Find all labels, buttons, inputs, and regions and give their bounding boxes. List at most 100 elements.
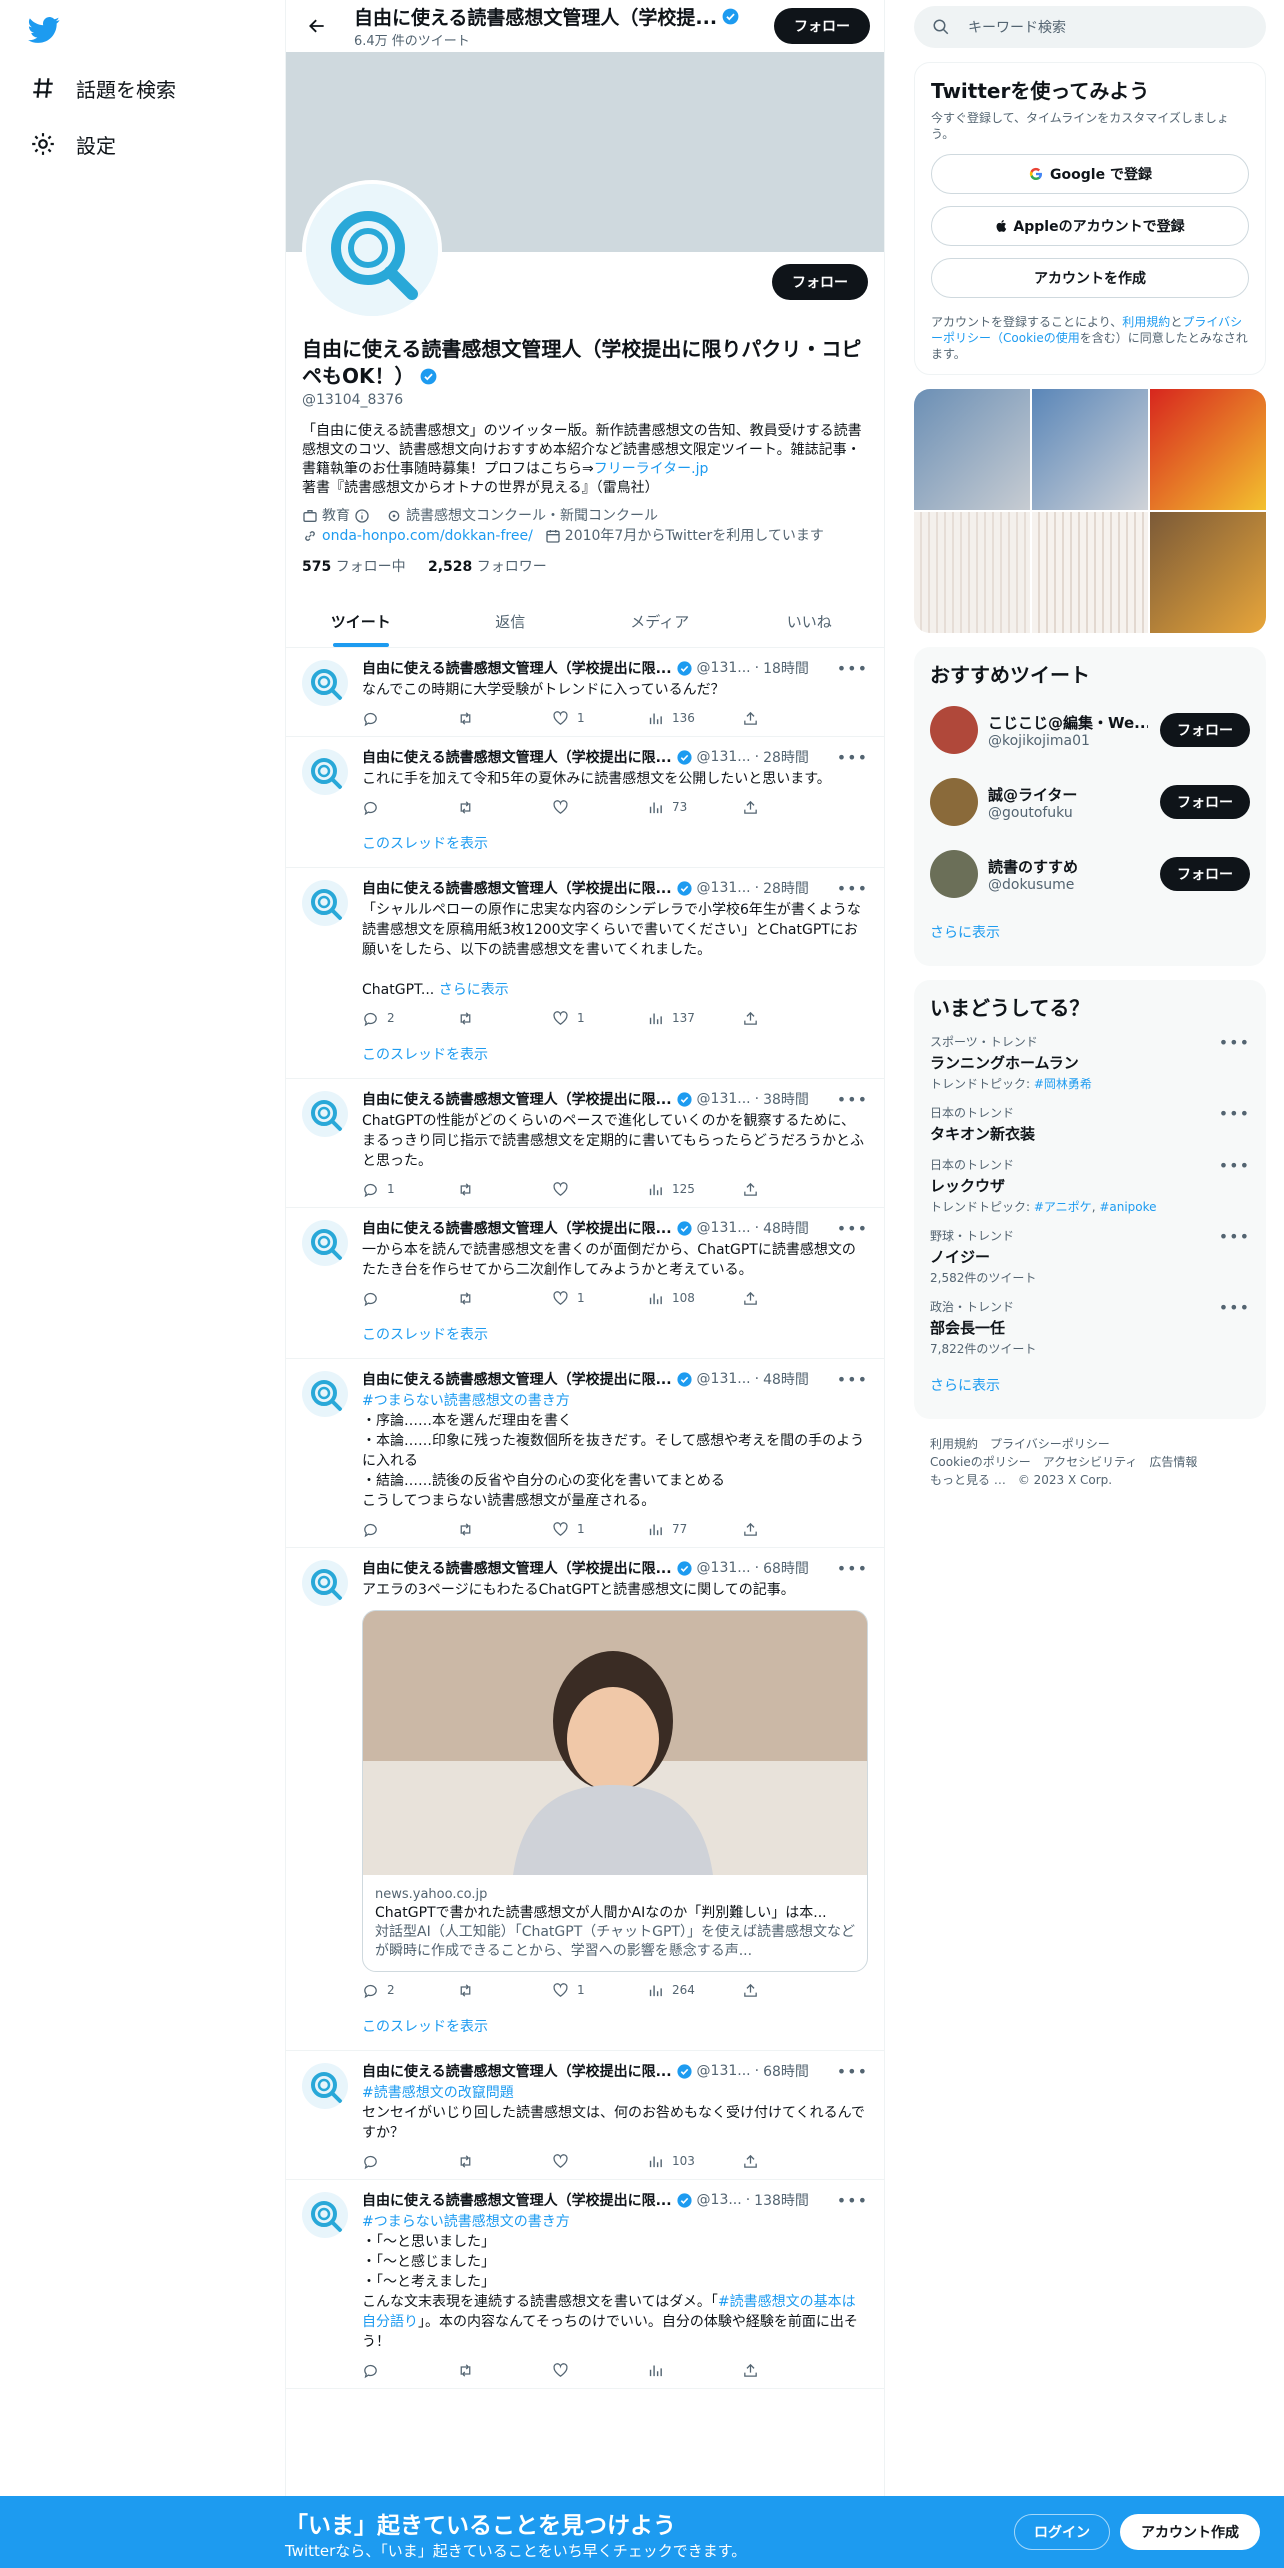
profile-follow-button[interactable]: フォロー — [772, 264, 868, 300]
trend-item[interactable]: スポーツ・トレンド ランニングホームラン トレンドトピック: #岡林勇希 ••• — [930, 1027, 1250, 1098]
more-icon[interactable]: ••• — [1219, 1033, 1250, 1052]
tweet[interactable]: 自由に使える読書感想文管理人（学校提出に限... @131... · 28時間 ••• こ… — [286, 737, 884, 868]
show-thread-link[interactable]: このスレッドを表示 — [362, 2008, 868, 2050]
signup-button[interactable]: アカウント作成 — [1120, 2514, 1260, 2550]
more-icon[interactable]: ••• — [837, 1219, 868, 1238]
tweet-author[interactable]: 自由に使える読書感想文管理人（学校提出に限... — [362, 1089, 672, 1109]
create-account-button[interactable]: アカウントを作成 — [931, 258, 1249, 298]
tweet-time[interactable]: 138時間 — [754, 2190, 809, 2210]
tweet-time[interactable]: 68時間 — [763, 1558, 809, 1578]
footer-ads[interactable]: 広告情報 — [1149, 1455, 1197, 1469]
tweet-time[interactable]: 18時間 — [763, 658, 809, 678]
tweet[interactable]: 自由に使える読書感想文管理人（学校提出に限... @131... · 48時間 ••• 一… — [286, 1208, 884, 1359]
retweet-button[interactable] — [457, 1521, 552, 1538]
retweet-button[interactable] — [457, 799, 552, 816]
share-button[interactable] — [742, 2362, 837, 2379]
tweet[interactable]: 自由に使える読書感想文管理人（学校提出に限... @131... · 68時間 ••• #… — [286, 2051, 884, 2180]
reply-button[interactable] — [362, 799, 457, 816]
link-card[interactable]: news.yahoo.co.jp ChatGPTで書かれた読書感想文が人間かAIな… — [362, 1610, 868, 1972]
footer-terms[interactable]: 利用規約 — [930, 1437, 978, 1451]
reply-button[interactable]: 1 — [362, 1181, 457, 1198]
more-icon[interactable]: ••• — [1219, 1298, 1250, 1317]
tab-tweets[interactable]: ツイート — [286, 596, 436, 647]
tweet-avatar[interactable] — [302, 1091, 348, 1137]
retweet-button[interactable] — [457, 1181, 552, 1198]
views-button[interactable]: 137 — [647, 1010, 742, 1027]
media-thumb[interactable] — [914, 389, 1030, 510]
tweet-time[interactable]: 68時間 — [763, 2061, 809, 2081]
tweet-time[interactable]: 28時間 — [763, 747, 809, 767]
more-icon[interactable]: ••• — [837, 1090, 868, 1109]
twitter-logo-icon[interactable] — [28, 14, 60, 46]
more-icon[interactable]: ••• — [1219, 1104, 1250, 1123]
more-icon[interactable]: ••• — [837, 748, 868, 767]
terms-link[interactable]: 利用規約 — [1122, 315, 1170, 329]
tweet-time[interactable]: 48時間 — [763, 1369, 809, 1389]
show-more-link[interactable]: さらに表示 — [439, 982, 509, 998]
profile-avatar[interactable] — [302, 180, 442, 320]
reply-button[interactable] — [362, 2362, 457, 2379]
share-button[interactable] — [742, 1521, 837, 1538]
footer-cookie[interactable]: Cookieのポリシー — [930, 1455, 1031, 1469]
footer-privacy[interactable]: プライバシーポリシー — [990, 1437, 1110, 1451]
retweet-button[interactable] — [457, 1982, 552, 1999]
tweet[interactable]: 自由に使える読書感想文管理人（学校提出に限... @131... · 18時間 ••• な… — [286, 648, 884, 737]
trend-item[interactable]: 野球・トレンド ノイジー 2,582件のツイート ••• — [930, 1221, 1250, 1292]
views-button[interactable]: 125 — [647, 1181, 742, 1198]
like-button[interactable]: 1 — [552, 1521, 647, 1538]
reply-button[interactable] — [362, 710, 457, 727]
tweet-avatar[interactable] — [302, 749, 348, 795]
tweet-avatar[interactable] — [302, 880, 348, 926]
trend-item[interactable]: 日本のトレンド タキオン新衣装 ••• — [930, 1098, 1250, 1150]
views-button[interactable]: 77 — [647, 1521, 742, 1538]
tweet-avatar[interactable] — [302, 1371, 348, 1417]
like-button[interactable]: 1 — [552, 1982, 647, 1999]
like-button[interactable] — [552, 2362, 647, 2379]
reply-button[interactable] — [362, 1290, 457, 1307]
share-button[interactable] — [742, 1181, 837, 1198]
retweet-button[interactable] — [457, 2362, 552, 2379]
footer-accessibility[interactable]: アクセシビリティ — [1043, 1455, 1138, 1469]
views-button[interactable]: 108 — [647, 1290, 742, 1307]
trend-topic-link[interactable]: #アニポケ — [1034, 1200, 1092, 1214]
hashtag-link[interactable]: #つまらない読書感想文の書き方 — [362, 1393, 570, 1409]
media-thumb[interactable] — [1150, 389, 1266, 510]
info-icon[interactable] — [354, 508, 370, 524]
share-button[interactable] — [742, 710, 837, 727]
tweet-author[interactable]: 自由に使える読書感想文管理人（学校提出に限... — [362, 1218, 672, 1238]
media-thumb[interactable] — [1032, 512, 1148, 633]
more-icon[interactable]: ••• — [837, 2191, 868, 2210]
trend-topic-link[interactable]: #岡林勇希 — [1034, 1077, 1092, 1091]
tweet[interactable]: 自由に使える読書感想文管理人（学校提出に限... @13... · 138時間 ••• #… — [286, 2180, 884, 2389]
tweet-time[interactable]: 48時間 — [763, 1218, 809, 1238]
hashtag-link[interactable]: #読書感想文の改竄問題 — [362, 2085, 514, 2101]
tweet-author[interactable]: 自由に使える読書感想文管理人（学校提出に限... — [362, 1558, 672, 1578]
tweet-author[interactable]: 自由に使える読書感想文管理人（学校提出に限... — [362, 747, 672, 767]
share-button[interactable] — [742, 1290, 837, 1307]
tweet-avatar[interactable] — [302, 660, 348, 706]
tab-media[interactable]: メディア — [585, 596, 735, 647]
like-button[interactable]: 1 — [552, 1290, 647, 1307]
tweet-author[interactable]: 自由に使える読書感想文管理人（学校提出に限... — [362, 878, 672, 898]
tweet-author[interactable]: 自由に使える読書感想文管理人（学校提出に限... — [362, 2061, 672, 2081]
login-button[interactable]: ログイン — [1014, 2514, 1110, 2550]
following-stat[interactable]: 575 フォロー中 — [302, 559, 406, 575]
more-icon[interactable]: ••• — [837, 2062, 868, 2081]
share-button[interactable] — [742, 1982, 837, 1999]
tweet[interactable]: 自由に使える読書感想文管理人（学校提出に限... @131... · 28時間 ••• 「… — [286, 868, 884, 1079]
tweet-avatar[interactable] — [302, 2063, 348, 2109]
more-icon[interactable]: ••• — [1219, 1227, 1250, 1246]
avatar[interactable] — [930, 850, 978, 898]
trend-topic-link[interactable]: #anipoke — [1099, 1200, 1156, 1214]
like-button[interactable] — [552, 1181, 647, 1198]
like-button[interactable] — [552, 799, 647, 816]
who-item[interactable]: こじこじ@編集・We... @kojikojima01 フォロー — [930, 694, 1250, 766]
apple-signup-button[interactable]: Appleのアカウントで登録 — [931, 206, 1249, 246]
views-button[interactable]: 264 — [647, 1982, 742, 1999]
more-icon[interactable]: ••• — [837, 1559, 868, 1578]
who-follow-button[interactable]: フォロー — [1160, 713, 1250, 747]
tweet[interactable]: 自由に使える読書感想文管理人（学校提出に限... @131... · 68時間 ••• ア… — [286, 1548, 884, 2051]
like-button[interactable]: 1 — [552, 710, 647, 727]
who-more-link[interactable]: さらに表示 — [930, 910, 1250, 954]
retweet-button[interactable] — [457, 1010, 552, 1027]
